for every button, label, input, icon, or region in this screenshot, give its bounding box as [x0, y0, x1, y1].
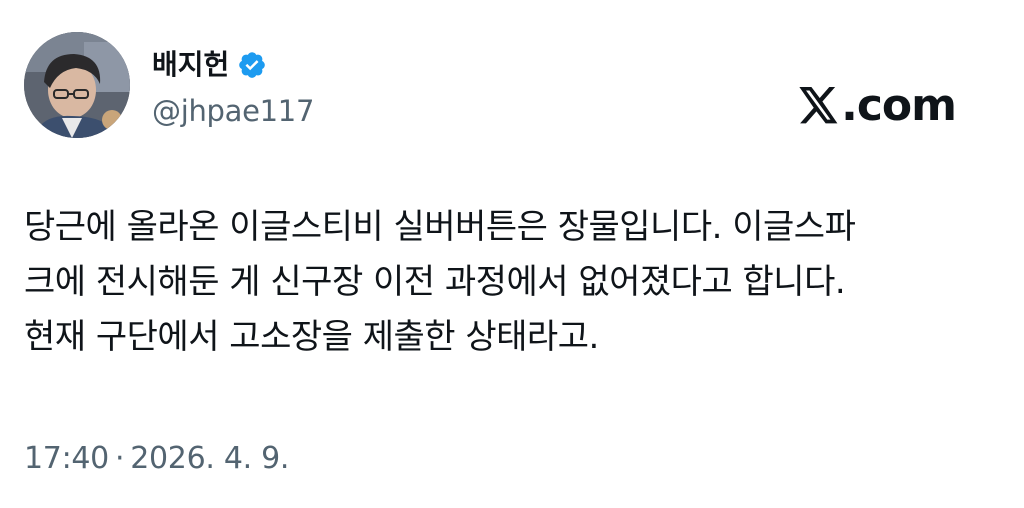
- tweet-text-line: 당근에 올라온 이글스티비 실버버튼은 장물입니다. 이글스파: [24, 207, 856, 247]
- tweet-card: 배지헌 @jhpae117 .com 당근에 올라온 이글스티비 실버버튼은 장…: [0, 0, 1024, 508]
- tweet-timestamp[interactable]: 17:40 · 2026. 4. 9.: [24, 438, 289, 480]
- author-handle[interactable]: @jhpae117: [152, 92, 314, 130]
- avatar[interactable]: [24, 32, 130, 138]
- tweet-text: 당근에 올라온 이글스티비 실버버튼은 장물입니다. 이글스파 크에 전시해둔 …: [24, 200, 984, 365]
- tweet-text-line: 크에 전시해둔 게 신구장 이전 과정에서 없어졌다고 합니다.: [24, 262, 846, 302]
- avatar-image: [24, 32, 130, 138]
- author-info: 배지헌 @jhpae117: [152, 46, 314, 130]
- tweet-date: 2026. 4. 9.: [130, 441, 290, 476]
- verified-badge-icon: [237, 50, 267, 80]
- tweet-header: 배지헌 @jhpae117 .com: [24, 32, 1000, 140]
- brand-mark: .com: [799, 80, 957, 131]
- tweet-text-line: 현재 구단에서 고소장을 제출한 상태라고.: [24, 317, 599, 357]
- brand-domain-text: .com: [841, 80, 957, 131]
- name-row: 배지헌: [152, 46, 314, 84]
- meta-separator: ·: [114, 441, 125, 476]
- author-display-name[interactable]: 배지헌: [152, 46, 229, 84]
- tweet-time: 17:40: [24, 441, 109, 476]
- x-logo-icon: [799, 87, 839, 125]
